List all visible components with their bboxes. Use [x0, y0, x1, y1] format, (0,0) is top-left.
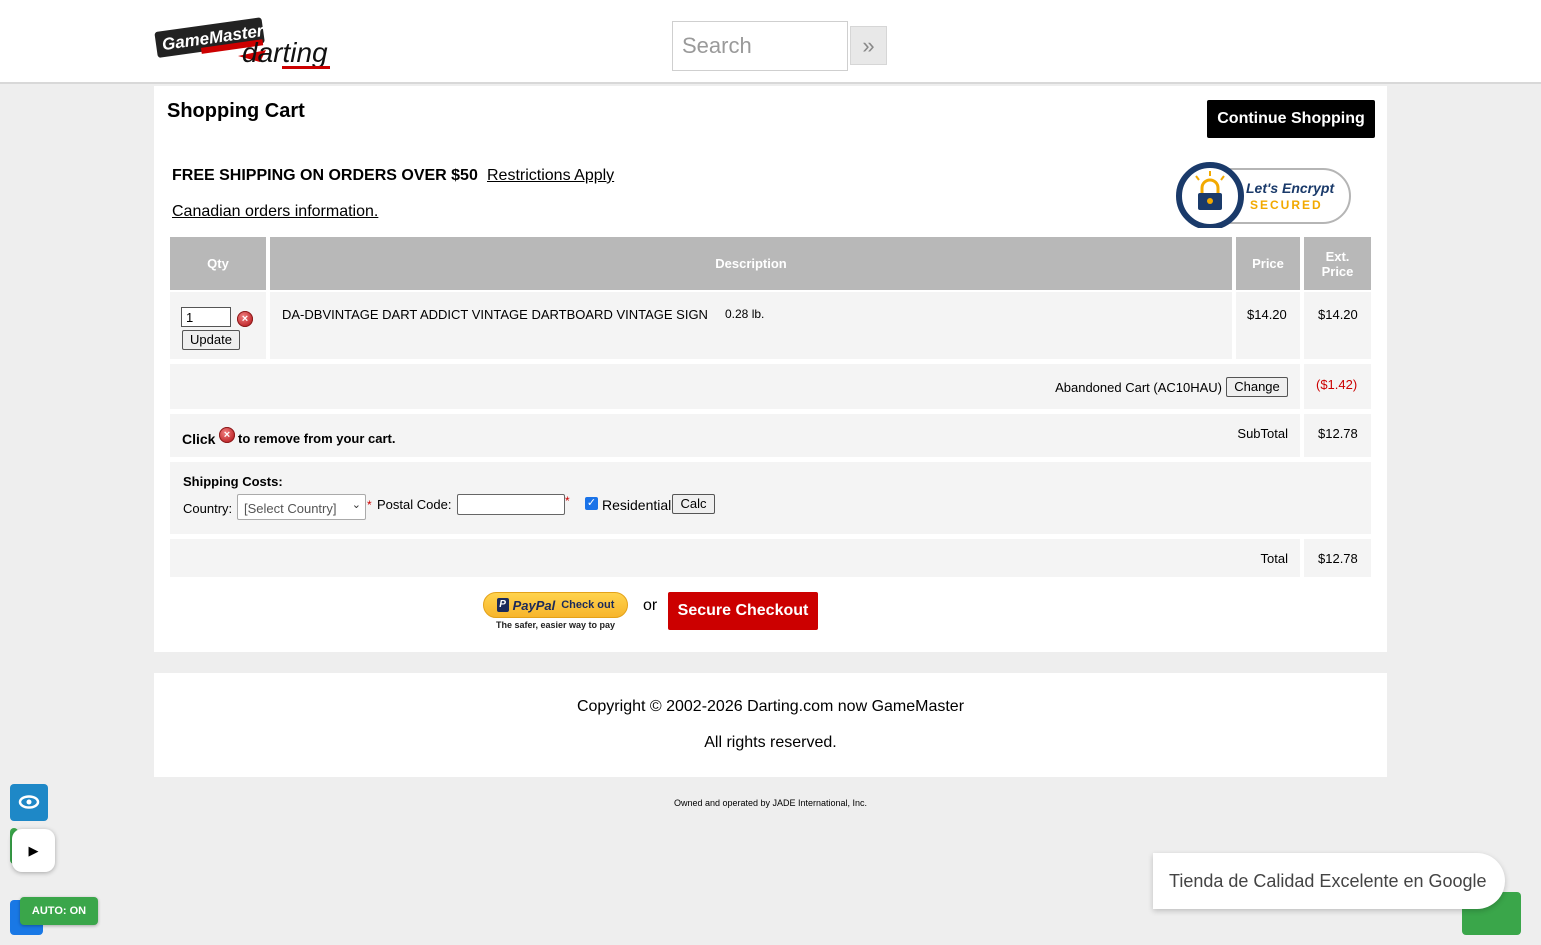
total-row: Total — [170, 539, 1300, 577]
google-trusted-store-badge[interactable]: Tienda de Calidad Excelente en Google — [1153, 853, 1505, 909]
total-value: $12.78 — [1318, 551, 1358, 566]
chevron-down-icon: ⌄ — [351, 499, 361, 511]
item-description: DA-DBVINTAGE DART ADDICT VINTAGE DARTBOA… — [282, 307, 708, 322]
continue-shopping-button[interactable]: Continue Shopping — [1207, 100, 1375, 138]
paypal-icon: P — [496, 598, 509, 612]
col-header-price: Price — [1236, 237, 1300, 290]
svg-text:darting: darting — [242, 37, 328, 68]
discount-label: Abandoned Cart (AC10HAU) — [1055, 380, 1222, 395]
remove-hint-before: Click — [182, 431, 216, 447]
rights-text: All rights reserved. — [704, 734, 837, 751]
site-logo[interactable]: GameMaster darting — [154, 10, 336, 72]
item-ext-price: $14.20 — [1318, 307, 1358, 322]
calc-shipping-button[interactable]: Calc — [672, 494, 715, 514]
postal-label: Postal Code: — [377, 497, 452, 512]
subtotal-value: $12.78 — [1318, 426, 1358, 441]
paypal-label: Check out — [561, 599, 615, 611]
residential-label: Residential — [602, 497, 672, 513]
col-header-qty: Qty — [170, 237, 266, 290]
paypal-checkout-button[interactable]: P PayPal Check out — [483, 592, 628, 618]
item-weight: 0.28 lb. — [725, 307, 765, 321]
copyright-text: Copyright © 2002-2026 Darting.com now Ga… — [576, 698, 965, 715]
update-button[interactable]: Update — [182, 330, 240, 350]
paypal-tagline: The safer, easier way to pay — [495, 620, 616, 630]
subtotal-label: SubTotal — [1237, 426, 1288, 441]
shipping-row: Shipping Costs: Country: [Select Country… — [170, 462, 1371, 534]
restrictions-link[interactable]: Restrictions Apply — [487, 167, 614, 185]
country-label: Country: — [183, 501, 233, 516]
country-select-value: [Select Country] — [244, 501, 337, 516]
encrypt-line1: Let's Encrypt — [1246, 180, 1335, 196]
discount-amount: ($1.42) — [1316, 377, 1358, 392]
quantity-input[interactable] — [181, 307, 231, 327]
total-label: Total — [1260, 551, 1288, 566]
ext-price-cell: $14.20 — [1304, 292, 1371, 359]
description-cell: DA-DBVINTAGE DART ADDICT VINTAGE DARTBOA… — [270, 292, 1232, 359]
discount-amount-cell: ($1.42) — [1304, 364, 1371, 409]
cart-panel: Shopping Cart Continue Shopping FREE SHI… — [154, 86, 1387, 652]
table-row: × Update — [170, 292, 266, 359]
auto-toggle[interactable]: AUTO: ON — [20, 897, 98, 925]
col-header-ext-price: Ext. Price — [1304, 237, 1371, 290]
search-button[interactable]: » — [850, 26, 887, 65]
remove-item-icon[interactable]: × — [237, 311, 253, 327]
postal-required-mark: * — [565, 494, 570, 508]
remove-hint-after: to remove from your cart. — [238, 431, 396, 446]
paypal-brand: PayPal — [512, 597, 556, 613]
shipping-heading: Shipping Costs: — [183, 474, 283, 489]
site-header: GameMaster darting » — [0, 0, 1541, 84]
subtotal-row: Click × to remove from your cart. SubTot… — [170, 414, 1300, 457]
canadian-orders-link[interactable]: Canadian orders information. — [172, 203, 378, 221]
owned-by-text: Owned and operated by JADE International… — [673, 798, 868, 808]
price-cell: $14.20 — [1236, 292, 1300, 359]
remove-hint-icon: × — [219, 427, 235, 443]
or-separator: or — [643, 597, 658, 614]
postal-code-input[interactable] — [457, 494, 565, 515]
col-header-description: Description — [270, 237, 1232, 290]
country-required-mark: * — [367, 498, 372, 512]
play-button[interactable]: ▶ — [12, 829, 55, 872]
residential-checkbox[interactable]: ✓ — [585, 497, 598, 510]
secure-checkout-button[interactable]: Secure Checkout — [668, 592, 818, 630]
discount-row: Abandoned Cart (AC10HAU) Change — [170, 364, 1300, 409]
item-price: $14.20 — [1247, 307, 1287, 322]
accessibility-eye-button[interactable] — [10, 784, 48, 821]
change-coupon-button[interactable]: Change — [1226, 377, 1288, 397]
lets-encrypt-badge: Let's Encrypt SECURED — [1176, 162, 1354, 228]
country-select[interactable]: [Select Country] ⌄ — [237, 494, 366, 520]
subtotal-value-cell: $12.78 — [1304, 414, 1371, 457]
total-value-cell: $12.78 — [1304, 539, 1371, 577]
play-icon: ▶ — [28, 843, 39, 858]
page-title: Shopping Cart — [167, 100, 305, 122]
encrypt-line2: SECURED — [1250, 198, 1323, 212]
free-shipping-notice: FREE SHIPPING ON ORDERS OVER $50 — [172, 167, 478, 184]
site-footer: Copyright © 2002-2026 Darting.com now Ga… — [154, 673, 1387, 777]
eye-icon — [18, 795, 40, 809]
search-input[interactable] — [672, 21, 848, 71]
